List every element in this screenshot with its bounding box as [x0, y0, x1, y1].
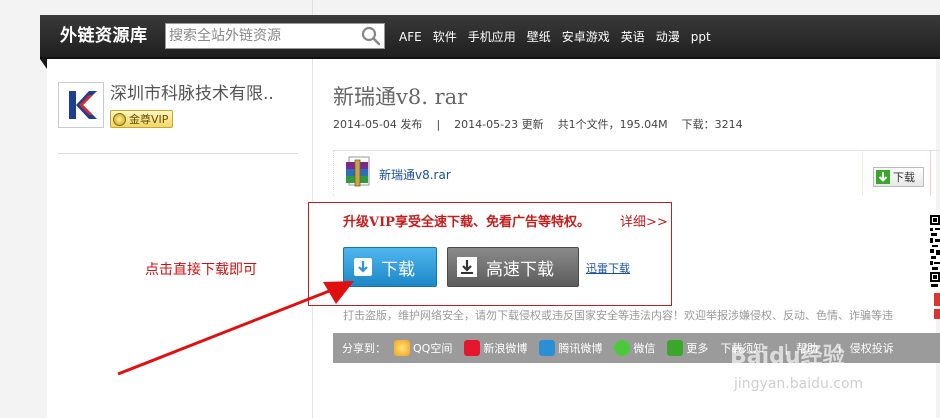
- top-nav: AFE 软件 手机应用 壁纸 安卓游戏 英语 动漫 ppt: [399, 26, 722, 48]
- nav-item-mobile-apps[interactable]: 手机应用: [468, 26, 516, 48]
- fast-download-icon: [457, 257, 477, 277]
- nav-item-anime[interactable]: 动漫: [656, 26, 680, 48]
- file-list-column-line: [862, 150, 863, 196]
- vip-medal-icon: [113, 112, 126, 126]
- share-tencent-weibo-label: 腾讯微博: [558, 342, 603, 355]
- thunder-download-link[interactable]: 迅雷下载: [586, 260, 630, 276]
- fast-download-button[interactable]: 高速下载: [447, 247, 579, 287]
- qr-code-icon: [929, 214, 940, 290]
- baidu-watermark: Baidu经验: [730, 344, 845, 369]
- publisher-logo-icon: [59, 83, 103, 127]
- header-fold-corner: [40, 59, 47, 69]
- share-label: 分享到：: [342, 342, 386, 355]
- legal-warning: 打击盗版，维护网络安全，请勿下载侵权或违反国家安全等违法内容！欢迎举报涉嫌侵权、…: [343, 309, 893, 322]
- publisher-name[interactable]: 深圳市科脉技术有限..: [110, 82, 310, 106]
- file-meta: 2014-05-04 发布 | 2014-05-23 更新 共1个文件，195.…: [333, 117, 757, 133]
- download-arrow-icon: [876, 170, 890, 184]
- share-tencent-weibo[interactable]: 腾讯微博: [539, 340, 602, 356]
- vip-badge-label: 金尊VIP: [129, 113, 169, 126]
- file-item-download-button[interactable]: 下载: [873, 167, 924, 187]
- meta-divider: |: [436, 118, 441, 131]
- file-list-column-line: [930, 150, 931, 196]
- qr-badge: [934, 293, 940, 306]
- vip-details-link[interactable]: 详细>>: [620, 211, 668, 230]
- top-divider: [312, 0, 313, 15]
- search-icon: [361, 26, 381, 46]
- nav-item-english[interactable]: 英语: [621, 26, 645, 48]
- fast-download-button-label: 高速下载: [486, 259, 554, 280]
- page-top-gutter: [0, 0, 940, 15]
- published-date: 2014-05-04 发布: [333, 118, 423, 131]
- rar-file-icon: [345, 156, 375, 188]
- file-title: 新瑞通v8. rar: [333, 85, 468, 109]
- nav-item-afe[interactable]: AFE: [399, 26, 422, 48]
- file-item-download-label: 下载: [893, 171, 915, 184]
- nav-item-ppt[interactable]: ppt: [691, 26, 711, 48]
- share-qzone-label: QQ空间: [413, 342, 453, 355]
- plus-icon: [667, 340, 684, 356]
- baidu-watermark-url: jingyan.baidu.com: [734, 376, 864, 392]
- search-box: [165, 23, 385, 49]
- annotation-arrow-icon: [117, 281, 354, 376]
- share-qzone[interactable]: QQ空间: [394, 340, 452, 356]
- qr-badge: [934, 309, 940, 319]
- download-button-label: 下载: [381, 259, 415, 280]
- wechat-icon: [614, 340, 631, 356]
- download-count: 下载：3214: [681, 118, 743, 131]
- qzone-icon: [394, 340, 410, 356]
- share-more[interactable]: 更多: [667, 340, 708, 356]
- share-sina-weibo[interactable]: 新浪微博: [464, 340, 527, 356]
- nav-item-software[interactable]: 软件: [433, 26, 457, 48]
- infringement-report-link[interactable]: 侵权投诉: [850, 340, 894, 356]
- share-wechat-label: 微信: [633, 342, 656, 355]
- publisher-logo[interactable]: [58, 82, 104, 128]
- tencent-weibo-icon: [539, 340, 556, 356]
- site-logo[interactable]: 外链资源库: [60, 25, 148, 47]
- share-bar: 分享到： QQ空间 新浪微博 腾讯微博 微信 更多 下载须知 | 帮助 | 侵权…: [333, 333, 940, 363]
- nav-item-wallpaper[interactable]: 壁纸: [527, 26, 551, 48]
- file-summary: 共1个文件，195.04M: [557, 118, 668, 131]
- updated-date: 2014-05-23 更新: [454, 118, 544, 131]
- weibo-icon: [464, 340, 481, 356]
- file-item-link[interactable]: 新瑞通v8.rar: [379, 166, 451, 183]
- share-sina-weibo-label: 新浪微博: [483, 342, 528, 355]
- search-input[interactable]: [166, 24, 356, 48]
- share-more-label: 更多: [686, 342, 709, 355]
- vip-promo-text: 升级VIP享受全速下载、免看广告等特权。: [343, 215, 590, 230]
- nav-item-android-games[interactable]: 安卓游戏: [562, 26, 610, 48]
- search-button[interactable]: [358, 24, 384, 48]
- share-wechat[interactable]: 微信: [614, 340, 655, 356]
- vip-badge: 金尊VIP: [110, 110, 174, 128]
- sidebar-separator: [58, 153, 298, 154]
